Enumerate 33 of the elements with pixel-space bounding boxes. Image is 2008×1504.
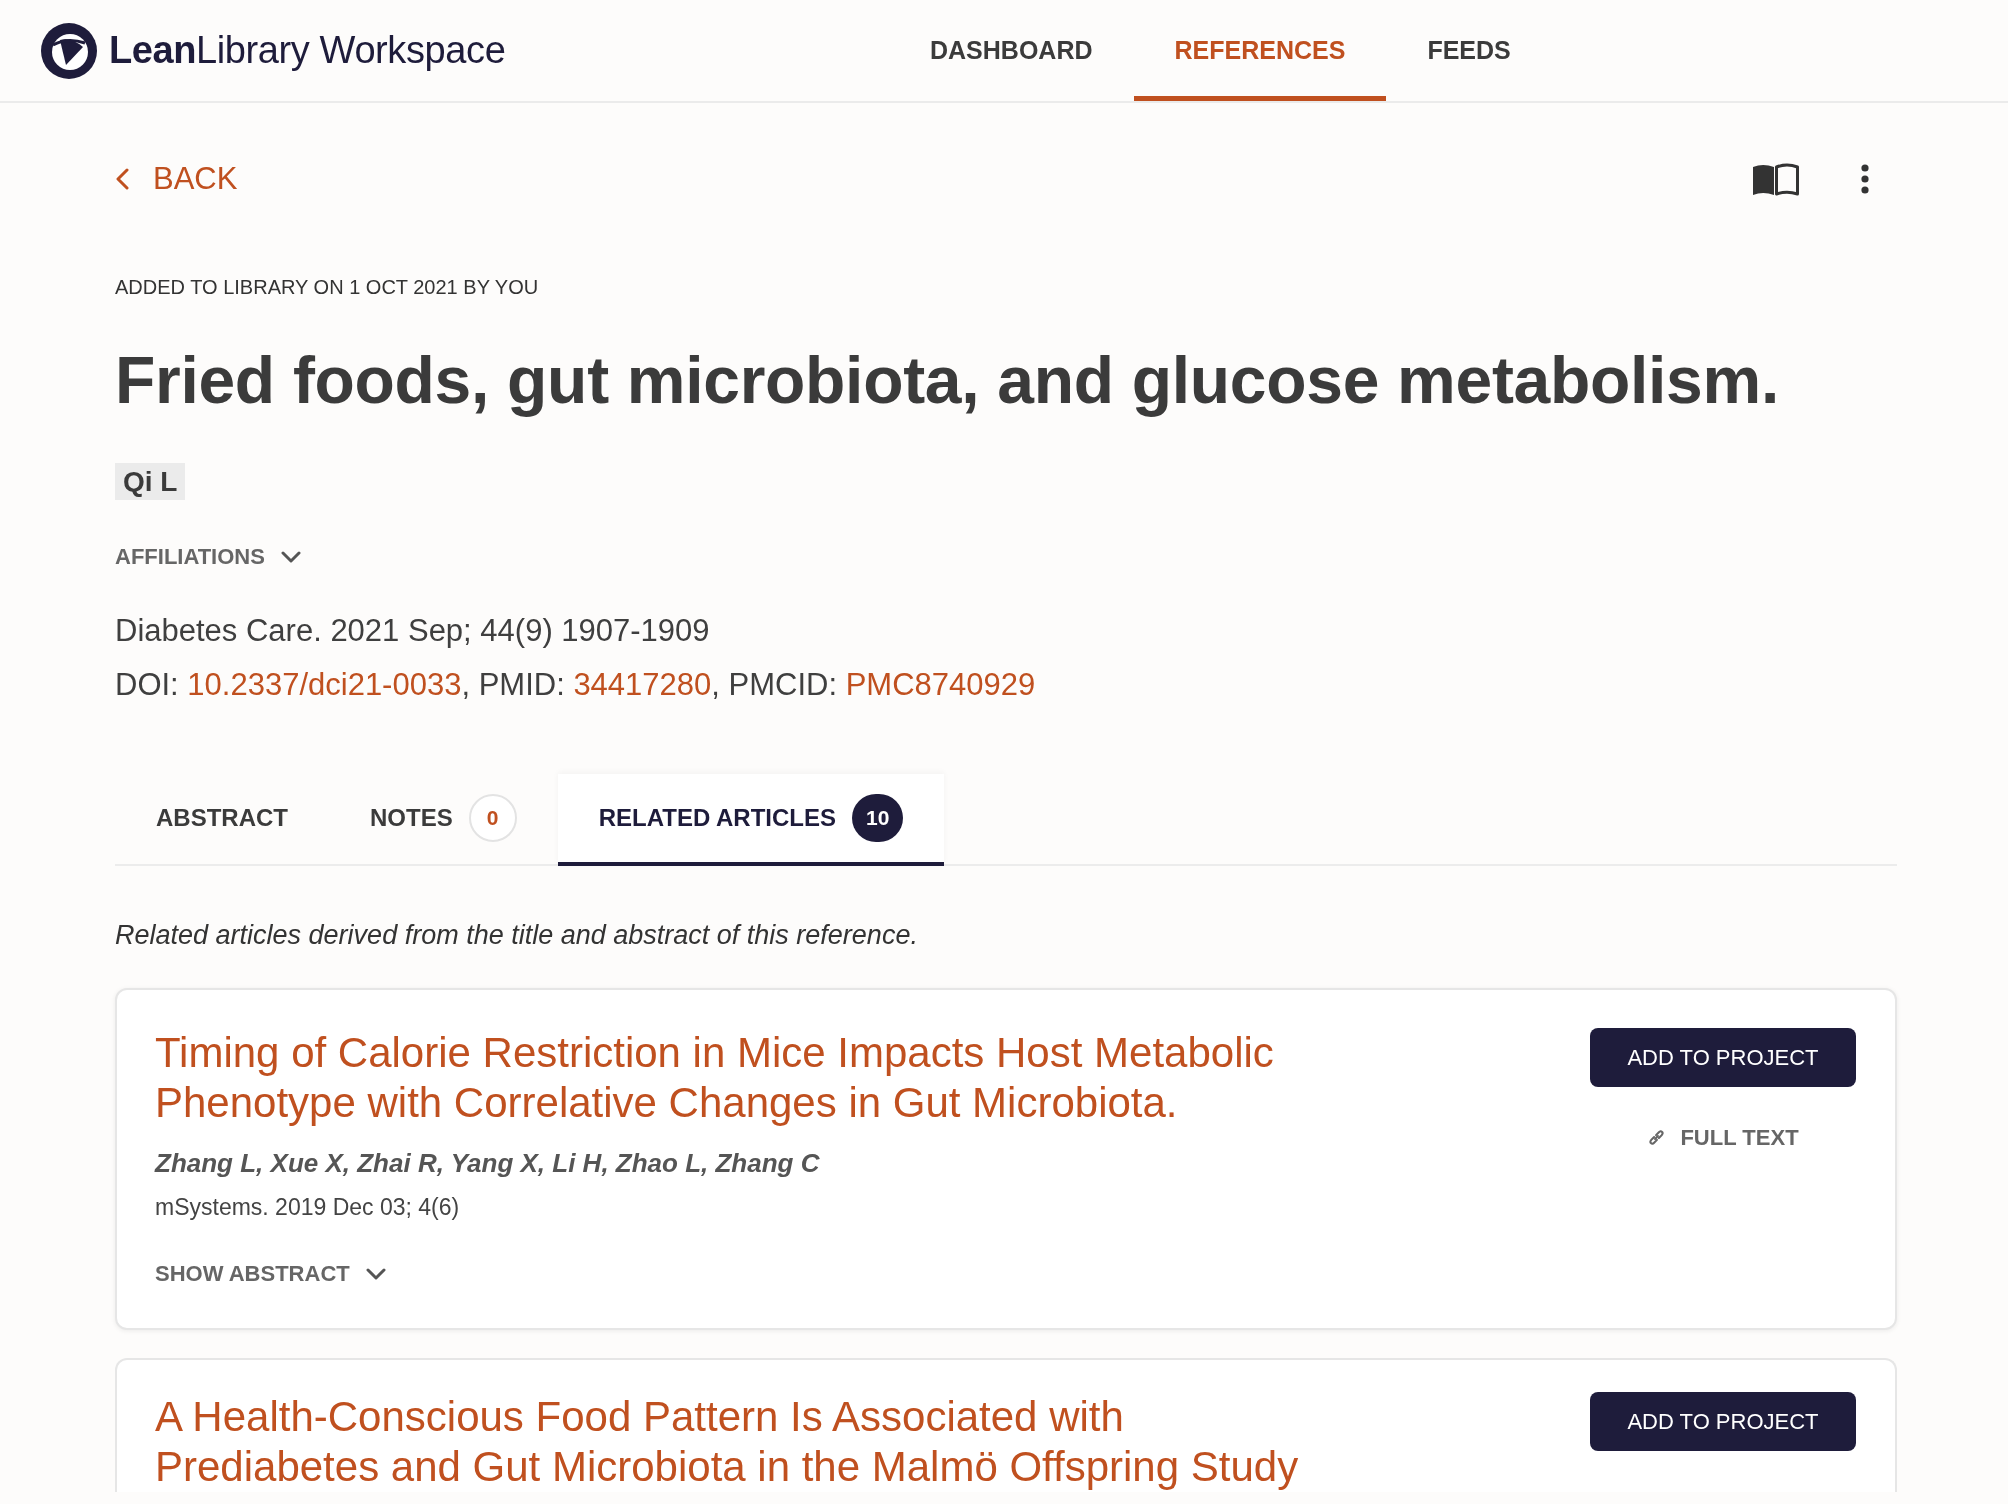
tab[interactable]: RELATED ARTICLES 10 xyxy=(557,774,945,866)
logo-text: LeanLibrary Workspace xyxy=(109,28,506,73)
identifier-link[interactable]: PMC8740929 xyxy=(845,667,1036,702)
nav-tab[interactable]: DASHBOARD xyxy=(889,0,1134,101)
article-title-link[interactable]: Timing of Calorie Restriction in Mice Impacts Host Metabolic Phenotype with Correlative Changes in Gut Microbiota. xyxy=(155,1028,1305,1128)
identifier-link[interactable]: 10.2337/dci21-0033 xyxy=(187,667,462,702)
identifier-link[interactable]: 34417280 xyxy=(573,667,712,702)
logo-icon xyxy=(41,22,97,79)
added-date-text: ADDED TO LIBRARY ON 1 OCT 2021 BY YOU xyxy=(115,275,540,299)
book-icon[interactable] xyxy=(1751,162,1799,196)
intro-text: Related articles derived from the title and abstract of this reference. xyxy=(115,919,919,951)
journal-text: mSystems. 2019 Dec 03; 4(6) xyxy=(155,1193,461,1221)
link-icon xyxy=(1647,1128,1667,1147)
more-options-icon[interactable] xyxy=(1861,164,1869,194)
citation-text: Diabetes Care. 2021 Sep; 44(9) 1907-1909 xyxy=(115,612,711,650)
nav-tab[interactable]: REFERENCES xyxy=(1133,0,1387,101)
tab[interactable]: ABSTRACT xyxy=(115,774,329,866)
full-text-link[interactable]: FULL TEXT xyxy=(1647,1124,1799,1151)
add-to-project-button[interactable]: ADD TO PROJECT xyxy=(1590,1392,1856,1451)
affiliations-toggle[interactable]: AFFILIATIONS xyxy=(115,544,301,570)
count-badge: 0 xyxy=(468,794,517,842)
count-badge: 10 xyxy=(852,794,904,842)
show-abstract-toggle[interactable]: SHOW ABSTRACT xyxy=(155,1261,386,1287)
tab[interactable]: NOTES 0 xyxy=(329,774,558,866)
add-to-project-button[interactable]: ADD TO PROJECT xyxy=(1590,1028,1856,1087)
chevron-left-icon xyxy=(115,168,129,190)
reference-title: Fried foods, gut microbiota, and glucose metabolism. xyxy=(115,342,1780,419)
nav-tab[interactable]: FEEDS xyxy=(1386,0,1552,101)
back-link[interactable]: BACK xyxy=(115,155,238,203)
identifier-line: DOI: 10.2337/dci21-0033, PMID: 34417280, PMCID: PMC8740929 xyxy=(115,666,1037,704)
article-title-link[interactable]: A Health-Conscious Food Pattern Is Associated with Prediabetes and Gut Microbiota in the Malmö Offspring Study xyxy=(155,1392,1305,1492)
author-chip: Qi L xyxy=(115,463,186,500)
author-list: Zhang L, Xue X, Zhai R, Yang X, Li H, Zhao L, Zhang C xyxy=(155,1146,1590,1180)
